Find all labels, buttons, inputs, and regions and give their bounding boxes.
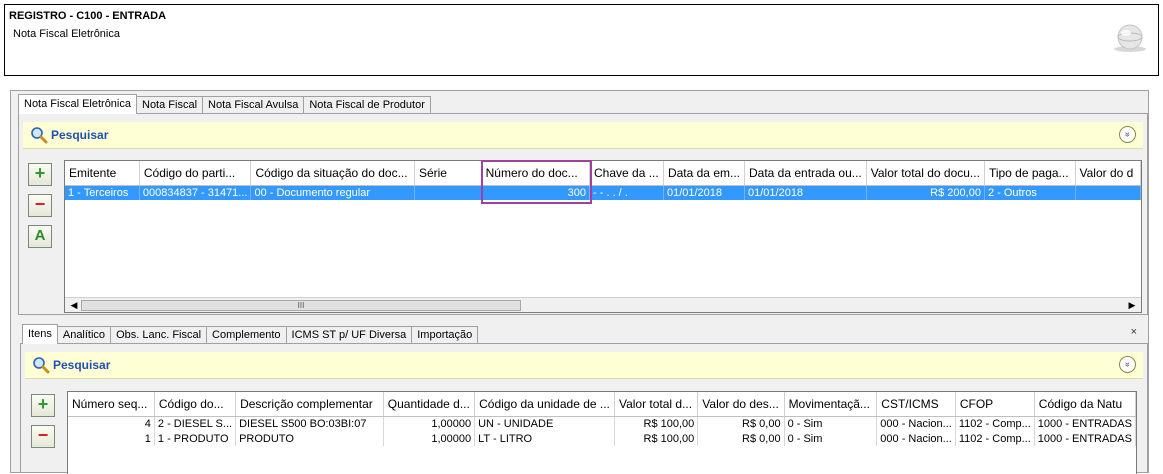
table-cell[interactable]: 000 - Nacion... [876, 431, 956, 446]
table-cell[interactable]: PRODUTO [235, 431, 384, 446]
table-cell[interactable]: LT - LITRO [474, 431, 615, 446]
tab-obs-lanc-fiscal[interactable]: Obs. Lanc. Fiscal [110, 326, 208, 344]
bottom-search-bar[interactable]: Pesquisar » [25, 352, 1143, 379]
table-cell[interactable]: 01/01/2018 [744, 185, 867, 200]
globe-logo-icon [1114, 24, 1146, 52]
tab-analitico[interactable]: Analítico [56, 326, 112, 344]
items-data-grid[interactable]: Número seq... Código do... Descrição com… [67, 391, 1137, 474]
table-cell[interactable]: R$ 0,00 [697, 416, 785, 431]
column-header[interactable]: Chave da ... [589, 161, 664, 186]
table-cell[interactable]: 1000 - ENTRADAS [1034, 416, 1136, 431]
column-header[interactable]: Valor total d... [614, 392, 699, 417]
table-cell[interactable]: 1000 - ENTRADAS [1034, 431, 1136, 446]
table-cell[interactable]: 0 - Sim [784, 416, 878, 431]
table-cell[interactable]: R$ 200,00 [866, 185, 985, 200]
tab-nota-fiscal[interactable]: Nota Fiscal [136, 96, 204, 114]
column-header[interactable]: Valor total do docu... [866, 161, 985, 186]
table-cell[interactable]: 01/01/2018 [663, 185, 746, 200]
table-cell[interactable]: 000 - Nacion... [876, 416, 956, 431]
column-header[interactable]: Descrição complementar [235, 392, 384, 417]
table-cell[interactable]: 2 - Outros [984, 185, 1076, 200]
table-cell[interactable] [1075, 185, 1141, 200]
magnifier-icon [31, 127, 48, 144]
column-header[interactable]: Data da entrada ou... [744, 161, 867, 186]
table-cell[interactable]: 1 [68, 431, 155, 446]
column-header[interactable]: Data da em... [663, 161, 746, 186]
magnifier-icon [33, 357, 50, 374]
table-cell[interactable]: 1 - PRODUTO [154, 431, 237, 446]
column-header[interactable]: CST/ICMS [876, 392, 956, 417]
form-header: REGISTRO - C100 - ENTRADA Nota Fiscal El… [4, 4, 1159, 76]
table-cell[interactable]: 1,00000 [383, 416, 476, 431]
column-header[interactable]: Número seq... [68, 392, 155, 417]
top-tab-strip: Nota Fiscal Eletrônica Nota Fiscal Nota … [18, 94, 431, 114]
font-a-button[interactable]: A [28, 225, 52, 248]
column-header[interactable]: Código da Natu [1034, 392, 1136, 417]
bottom-tab-strip: Itens Analítico Obs. Lanc. Fiscal Comple… [22, 324, 479, 344]
tab-nota-fiscal-eletronica[interactable]: Nota Fiscal Eletrônica [18, 94, 137, 114]
table-cell[interactable] [414, 185, 482, 200]
column-header[interactable]: Tipo de paga... [984, 161, 1076, 186]
table-cell[interactable]: R$ 100,00 [614, 431, 699, 446]
table-cell[interactable]: UN - UNIDADE [474, 416, 615, 431]
chevron-down-icon[interactable]: » [1119, 126, 1136, 143]
table-cell[interactable]: R$ 0,00 [697, 431, 785, 446]
top-panel: Pesquisar » + − A Emitente Código do par… [18, 113, 1148, 315]
add-item-button[interactable]: + [31, 394, 55, 417]
table-row[interactable]: 1 - Terceiros 000834837 - 31471... 00 - … [65, 185, 1141, 200]
column-header[interactable]: Número do doc... [481, 161, 591, 186]
table-row[interactable]: 1 1 - PRODUTO PRODUTO 1,00000 LT - LITRO… [68, 431, 1136, 446]
table-cell[interactable]: R$ 100,00 [614, 416, 699, 431]
table-cell[interactable]: 4 [68, 416, 155, 431]
tab-icms-st[interactable]: ICMS ST p/ UF Diversa [285, 326, 413, 344]
table-cell[interactable]: 1 - Terceiros [65, 185, 140, 200]
table-cell[interactable]: DIESEL S500 BO:03BI:07 [235, 416, 384, 431]
column-header[interactable]: Valor do des... [697, 392, 785, 417]
column-header[interactable]: CFOP [955, 392, 1035, 417]
chevron-down-icon[interactable]: » [1119, 356, 1136, 373]
column-header[interactable]: Quantidade d... [383, 392, 476, 417]
scroll-left-icon[interactable]: ◀ [67, 299, 81, 312]
top-search-bar[interactable]: Pesquisar » [23, 122, 1143, 149]
tab-nota-fiscal-produtor[interactable]: Nota Fiscal de Produtor [303, 96, 431, 114]
column-header[interactable]: Código da unidade de ... [474, 392, 615, 417]
horizontal-scrollbar[interactable]: ◀ III ▶ [65, 297, 1141, 312]
tab-complemento[interactable]: Complemento [206, 326, 287, 344]
tab-importacao[interactable]: Importação [411, 326, 479, 344]
top-grid-header: Emitente Código do parti... Código da si… [65, 161, 1141, 186]
remove-button[interactable]: − [28, 194, 52, 217]
remove-item-button[interactable]: − [31, 425, 55, 448]
close-icon[interactable]: × [1131, 326, 1137, 338]
column-header[interactable]: Código da situação do doc... [250, 161, 415, 186]
table-cell[interactable]: 1,00000 [383, 431, 476, 446]
page-subtitle: Nota Fiscal Eletrônica [13, 28, 120, 40]
column-header[interactable]: Série [414, 161, 482, 186]
scroll-right-icon[interactable]: ▶ [1125, 299, 1139, 312]
add-button[interactable]: + [28, 163, 52, 186]
column-header[interactable]: Movimentaçã... [784, 392, 878, 417]
column-header[interactable]: Valor do d [1075, 161, 1141, 186]
bottom-search-label: Pesquisar [53, 358, 111, 372]
top-data-grid[interactable]: Emitente Código do parti... Código da si… [64, 160, 1142, 313]
table-cell[interactable]: 00 - Documento regular [250, 185, 415, 200]
items-grid-header: Número seq... Código do... Descrição com… [68, 392, 1136, 417]
tab-nota-fiscal-avulsa[interactable]: Nota Fiscal Avulsa [202, 96, 305, 114]
tab-itens[interactable]: Itens [22, 324, 58, 344]
page-title: REGISTRO - C100 - ENTRADA [9, 10, 167, 22]
column-header[interactable]: Código do... [154, 392, 237, 417]
table-cell[interactable]: - - . . / . [589, 185, 664, 200]
table-cell[interactable]: 000834837 - 31471... [139, 185, 252, 200]
top-search-label: Pesquisar [51, 128, 109, 142]
column-header[interactable]: Código do parti... [139, 161, 252, 186]
table-cell[interactable]: 300 [481, 185, 591, 200]
bottom-panel: Pesquisar » + − Número seq... Código do.… [20, 343, 1148, 474]
table-cell[interactable]: 0 - Sim [784, 431, 878, 446]
table-cell[interactable]: 2 - DIESEL S... [154, 416, 237, 431]
table-cell[interactable]: 1102 - Comp... [955, 431, 1035, 446]
scroll-thumb[interactable]: III [81, 300, 521, 311]
table-cell[interactable]: 1102 - Comp... [955, 416, 1035, 431]
column-header[interactable]: Emitente [65, 161, 140, 186]
table-row[interactable]: 4 2 - DIESEL S... DIESEL S500 BO:03BI:07… [68, 416, 1136, 431]
